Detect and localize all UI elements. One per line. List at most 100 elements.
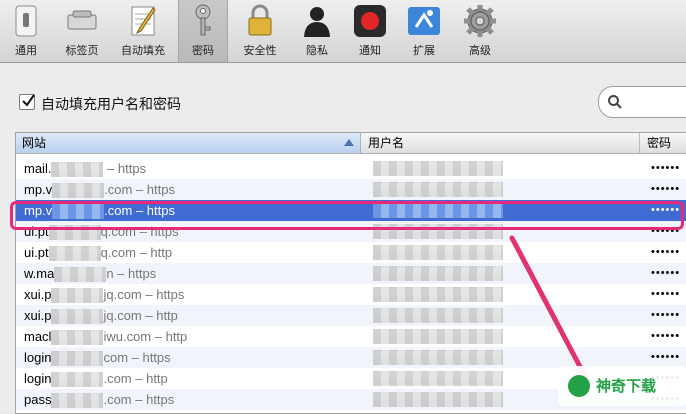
- padlock-icon: [248, 4, 272, 36]
- tab-extensions-label: 扩展: [413, 45, 435, 57]
- redacted-username: [373, 161, 503, 176]
- gear-icon: [464, 5, 496, 37]
- site-host: login: [24, 371, 52, 386]
- tab-security[interactable]: 安全性: [232, 0, 288, 62]
- redacted-site-part: [51, 309, 104, 325]
- password-cell: ••••••: [651, 183, 681, 195]
- column-header-password-label: 密码: [647, 136, 672, 150]
- site-cell: ui.pt q.com – http: [24, 242, 172, 263]
- tab-tabs-label: 标签页: [65, 45, 99, 57]
- password-cell: ••••••: [651, 330, 681, 342]
- site-protocol: n – https: [106, 266, 157, 281]
- password-cell: ••••••: [651, 309, 681, 321]
- tab-general-label: 通用: [15, 45, 37, 57]
- site-cell: login .com – http: [24, 368, 168, 389]
- redacted-site-part: [51, 351, 104, 367]
- site-protocol: .com – https: [103, 392, 175, 407]
- key-icon: [195, 4, 211, 36]
- tab-notifications-label: 通知: [359, 45, 381, 57]
- site-host: w.ma: [24, 266, 55, 281]
- table-header: 网站 用户名 密码: [16, 133, 686, 154]
- redacted-username: [373, 308, 503, 323]
- site-host: xui.p: [24, 308, 52, 323]
- tab-passwords[interactable]: 密码: [178, 0, 228, 62]
- tab-security-label: 安全性: [243, 45, 277, 57]
- tab-general[interactable]: 通用: [0, 0, 52, 62]
- site-protocol: .com – http: [103, 371, 168, 386]
- site-protocol: iwu.com – http: [103, 329, 188, 344]
- tab-advanced[interactable]: 高级: [454, 0, 506, 62]
- tab-privacy-label: 隐私: [306, 45, 328, 57]
- watermark-text: 神奇下载: [596, 378, 657, 395]
- pencil-notepad-icon: [131, 6, 156, 36]
- site-cell: macl iwu.com – http: [24, 326, 187, 347]
- sort-ascending-icon: [344, 139, 354, 146]
- password-cell: ••••••: [651, 288, 681, 300]
- search-field[interactable]: [598, 86, 686, 118]
- site-protocol: com – https: [103, 350, 171, 365]
- table-row[interactable]: macl iwu.com – http ••••••: [16, 326, 686, 347]
- tab-autofill-label: 自动填充: [121, 45, 165, 57]
- site-cell: mail. – https: [24, 158, 146, 179]
- table-row[interactable]: xui.p jq.com – http ••••••: [16, 305, 686, 326]
- redacted-site-part: [51, 162, 104, 178]
- redacted-site-part: [54, 267, 107, 283]
- table-row[interactable]: login com – https ••••••: [16, 347, 686, 368]
- table-row[interactable]: ui.pt q.com – http ••••••: [16, 242, 686, 263]
- redacted-site-part: [52, 183, 105, 199]
- tab-autofill[interactable]: 自动填充: [112, 0, 174, 62]
- password-cell: ••••••: [651, 162, 681, 174]
- redacted-site-part: [48, 246, 101, 262]
- column-header-site[interactable]: 网站: [16, 133, 361, 153]
- tab-extensions[interactable]: 扩展: [398, 0, 450, 62]
- redacted-site-part: [51, 372, 104, 388]
- switch-icon: [15, 5, 37, 37]
- site-cell: login com – https: [24, 347, 171, 368]
- table-row[interactable]: mp.v .com – https ••••••: [16, 179, 686, 200]
- site-protocol: jq.com – https: [103, 287, 185, 302]
- site-host: macl: [24, 329, 52, 344]
- search-icon: [608, 95, 622, 109]
- site-host: login: [24, 350, 52, 365]
- redacted-username: [373, 245, 503, 260]
- site-protocol: – https: [103, 161, 147, 176]
- column-header-username-label: 用户名: [368, 136, 405, 150]
- tab-notifications[interactable]: 通知: [346, 0, 394, 62]
- table-row[interactable]: xui.p jq.com – https ••••••: [16, 284, 686, 305]
- checkmark-icon: [22, 94, 35, 107]
- password-cell: ••••••: [651, 351, 681, 363]
- annotation-highlight-box: [10, 201, 684, 230]
- redacted-username: [373, 329, 503, 344]
- autofill-checkbox[interactable]: [19, 94, 35, 110]
- red-record-icon: [354, 5, 386, 37]
- site-cell: xui.p jq.com – https: [24, 284, 184, 305]
- redacted-username: [373, 182, 503, 197]
- autofill-label: 自动填充用户名和密码: [41, 96, 181, 112]
- tab-passwords-label: 密码: [192, 45, 214, 57]
- site-cell: xui.p jq.com – http: [24, 305, 178, 326]
- redacted-username: [373, 392, 503, 407]
- redacted-site-part: [51, 330, 104, 346]
- tab-tabs[interactable]: 标签页: [56, 0, 108, 62]
- tab-advanced-label: 高级: [469, 45, 491, 57]
- tab-privacy[interactable]: 隐私: [292, 0, 342, 62]
- table-row[interactable]: mail. – https ••••••: [16, 158, 686, 179]
- site-host: mp.v: [24, 182, 53, 197]
- password-cell: ••••••: [651, 267, 681, 279]
- tabs-icon: [67, 10, 97, 30]
- puzzle-icon: [408, 7, 440, 35]
- table-row[interactable]: w.ma n – https ••••••: [16, 263, 686, 284]
- password-cell: ••••••: [651, 246, 681, 258]
- column-header-password[interactable]: 密码: [641, 133, 686, 153]
- site-host: mail.: [24, 161, 52, 176]
- watermark-icon: [568, 375, 590, 397]
- site-cell: w.ma n – https: [24, 263, 156, 284]
- site-protocol: jq.com – http: [103, 308, 178, 323]
- redacted-site-part: [51, 288, 104, 304]
- redacted-username: [373, 266, 503, 281]
- redacted-username: [373, 287, 503, 302]
- watermark-logo: 神奇下载: [558, 366, 686, 406]
- preferences-toolbar: 通用 标签页 自动填充 密码 安全性 隐私 通知 扩展 高级: [0, 0, 686, 63]
- redacted-site-part: [51, 393, 104, 409]
- column-header-username[interactable]: 用户名: [362, 133, 640, 153]
